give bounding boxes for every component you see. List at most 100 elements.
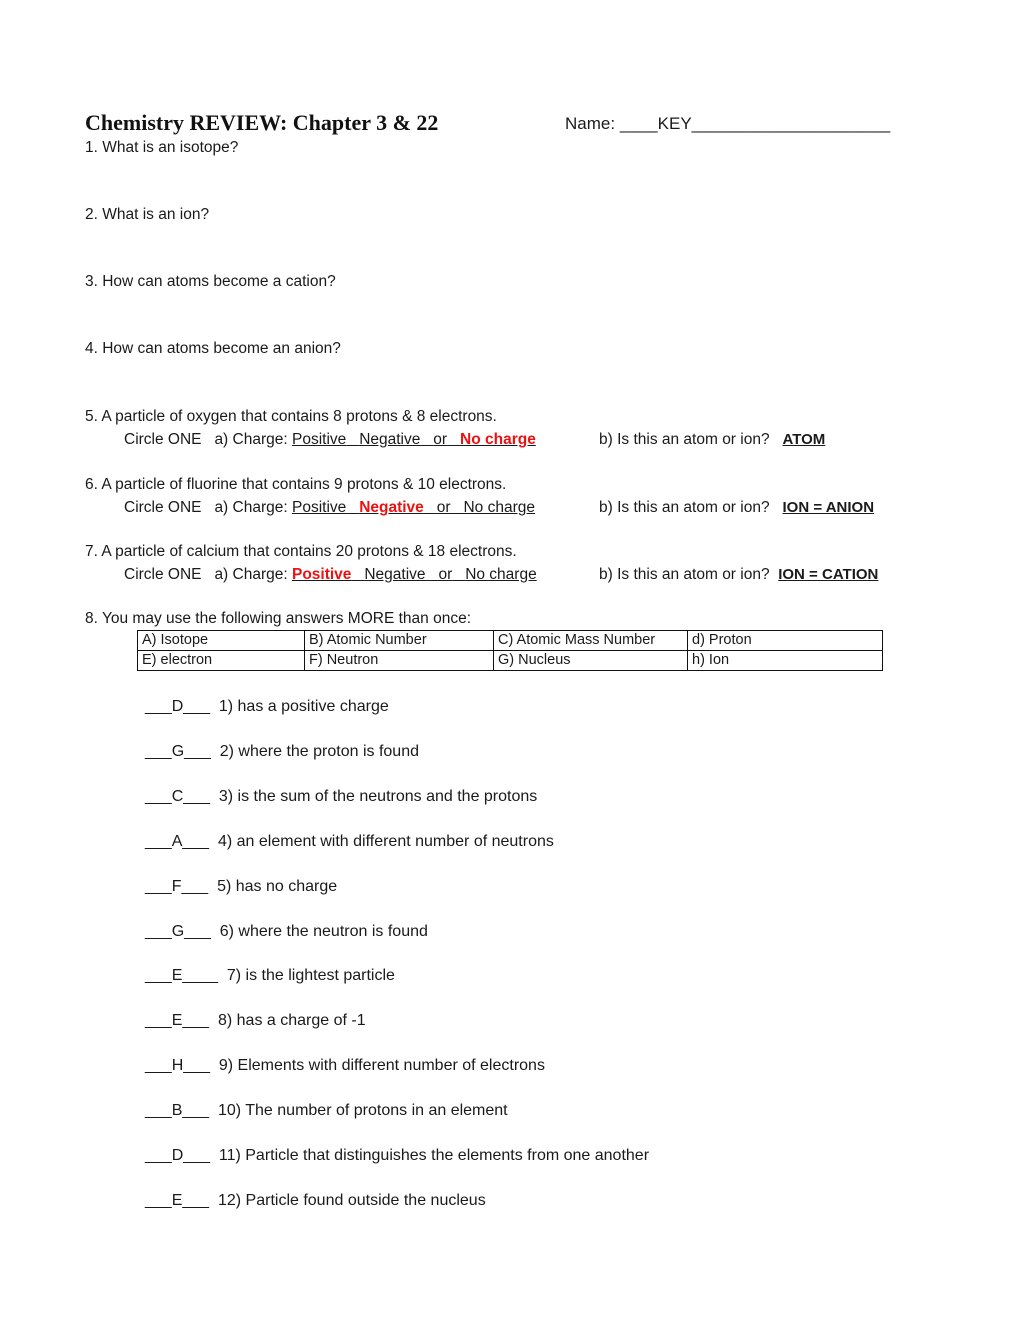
question-7-part-a: Circle ONE a) Charge: Positive Negative … [124, 566, 537, 584]
blank-underline: ___ [183, 1057, 210, 1075]
answer-blank[interactable]: ___H___ [145, 1057, 210, 1075]
matching-item: ___C___ 3) is the sum of the neutrons an… [145, 788, 537, 806]
answer-letter: D [171, 1147, 184, 1164]
blank-underline: ___ [183, 1147, 210, 1164]
option-negative[interactable]: Negative [364, 566, 425, 583]
name-prefix: ____ [619, 114, 658, 133]
option-positive[interactable]: Positive [292, 499, 346, 516]
circle-label: Circle ONE [124, 499, 202, 516]
table-cell: B) Atomic Number [304, 630, 494, 651]
matching-item: ___G___ 6) where the neutron is found [145, 923, 428, 941]
option-negative[interactable]: Negative [359, 431, 420, 448]
blank-underline: ___ [145, 1191, 172, 1209]
answer-letter: B [171, 1102, 183, 1120]
blank-underline: ___ [182, 832, 210, 850]
option-no-charge-selected[interactable]: No charge [460, 431, 536, 448]
question-4: 4. How can atoms become an anion? [85, 340, 341, 357]
blank-underline: ___ [145, 832, 172, 850]
name-value: KEY [657, 114, 692, 133]
question-8-instruction: 8. You may use the following answers MOR… [85, 610, 471, 627]
blank-underline: ___ [184, 742, 211, 760]
option-positive[interactable]: Positive [292, 431, 346, 448]
blank-underline: ___ [145, 922, 172, 940]
table-row: A) Isotope B) Atomic Number C) Atomic Ma… [137, 630, 883, 651]
circle-label: Circle ONE [124, 566, 202, 583]
answer-letter: C [171, 787, 184, 805]
question-6-part-a: Circle ONE a) Charge: Positive Negative … [124, 499, 535, 517]
answer-blank[interactable]: ___F___ [145, 878, 208, 896]
matching-item-text: 10) The number of protons in an element [217, 1102, 508, 1120]
part-b-label: b) Is this an atom or ion? [599, 431, 770, 448]
question-5-part-b: b) Is this an atom or ion? ATOM [599, 431, 825, 449]
blank-underline: ___ [145, 967, 172, 985]
charge-options: Positive Negative or No charge [292, 499, 535, 516]
matching-item: ___H___ 9) Elements with different numbe… [145, 1057, 545, 1075]
table-cell: G) Nucleus [493, 650, 688, 671]
matching-item: ___D___ 1) has a positive charge [145, 698, 389, 716]
blank-underline: ___ [145, 698, 172, 715]
answer-letter: H [171, 1057, 184, 1075]
circle-label: Circle ONE [124, 431, 202, 448]
answer-letter: E [171, 1191, 183, 1209]
answer-blank[interactable]: ___C___ [145, 788, 210, 806]
blank-underline: ___ [183, 698, 210, 715]
blank-underline: ___ [145, 1057, 172, 1075]
blank-underline: ___ [145, 787, 172, 805]
part-b-label: b) Is this an atom or ion? [599, 566, 770, 583]
matching-item-text: 7) is the lightest particle [226, 967, 395, 985]
matching-item: ___B___ 10) The number of protons in an … [145, 1102, 508, 1120]
question-6-part-b: b) Is this an atom or ion? ION = ANION [599, 499, 874, 517]
charge-options: Positive Negative or No charge [292, 431, 536, 448]
blank-underline: ___ [181, 877, 209, 895]
charge-options: Positive Negative or No charge [292, 566, 537, 583]
part-a-label: a) Charge: [214, 566, 288, 583]
answer-blank[interactable]: ___E____ [145, 967, 218, 985]
answer-blank[interactable]: ___G___ [145, 923, 211, 941]
matching-item-text: 9) Elements with different number of ele… [218, 1057, 545, 1075]
answer-blank[interactable]: ___E___ [145, 1192, 209, 1210]
blank-underline: ___ [145, 1012, 172, 1030]
matching-item: ___G___ 2) where the proton is found [145, 743, 419, 761]
blank-underline: ____ [182, 967, 218, 985]
question-3: 3. How can atoms become a cation? [85, 273, 336, 290]
matching-item-text: 12) Particle found outside the nucleus [217, 1191, 486, 1209]
answer-blank[interactable]: ___G___ [145, 743, 211, 761]
blank-underline: ___ [145, 1102, 172, 1120]
question-7: 7. A particle of calcium that contains 2… [85, 543, 517, 560]
option-no-charge[interactable]: No charge [463, 499, 535, 516]
answer-blank[interactable]: ___D___ [145, 1147, 210, 1165]
blank-underline: ___ [145, 742, 172, 760]
answer-blank[interactable]: ___A___ [145, 833, 209, 851]
matching-item: ___E___ 8) has a charge of -1 [145, 1012, 366, 1030]
option-or: or [436, 499, 451, 516]
question-5-part-a: Circle ONE a) Charge: Positive Negative … [124, 431, 536, 449]
blank-underline: ___ [145, 877, 172, 895]
answer-blank[interactable]: ___E___ [145, 1012, 209, 1030]
matching-item-text: 8) has a charge of -1 [217, 1012, 366, 1030]
answer-blank[interactable]: ___D___ [145, 698, 210, 716]
table-row: E) electron F) Neutron G) Nucleus h) Ion [137, 650, 883, 671]
blank-underline: ___ [182, 1102, 210, 1120]
question-2: 2. What is an ion? [85, 206, 210, 223]
option-or: or [438, 566, 453, 583]
page-title: Chemistry REVIEW: Chapter 3 & 22 [85, 110, 439, 135]
matching-item: ___E____ 7) is the lightest particle [145, 967, 395, 985]
answer-b: ION = ANION [782, 499, 875, 516]
name-field: Name: ____KEY_____________________ [565, 114, 890, 134]
matching-item-text: 4) an element with different number of n… [217, 832, 554, 850]
option-negative-selected[interactable]: Negative [359, 499, 424, 516]
matching-item: ___A___ 4) an element with different num… [145, 833, 554, 851]
matching-item-text: 3) is the sum of the neutrons and the pr… [218, 787, 538, 805]
question-1: 1. What is an isotope? [85, 139, 239, 156]
blank-underline: ___ [182, 1012, 210, 1030]
option-positive-selected[interactable]: Positive [292, 566, 351, 583]
answer-b: ION = CATION [778, 566, 879, 583]
option-no-charge[interactable]: No charge [465, 566, 537, 583]
table-cell: E) electron [137, 650, 305, 671]
answer-letter: E [171, 1012, 183, 1030]
answer-blank[interactable]: ___B___ [145, 1102, 209, 1120]
blank-underline: ___ [145, 1147, 172, 1164]
part-a-label: a) Charge: [214, 499, 288, 516]
blank-underline: ___ [184, 922, 211, 940]
matching-item: ___F___ 5) has no charge [145, 878, 337, 896]
